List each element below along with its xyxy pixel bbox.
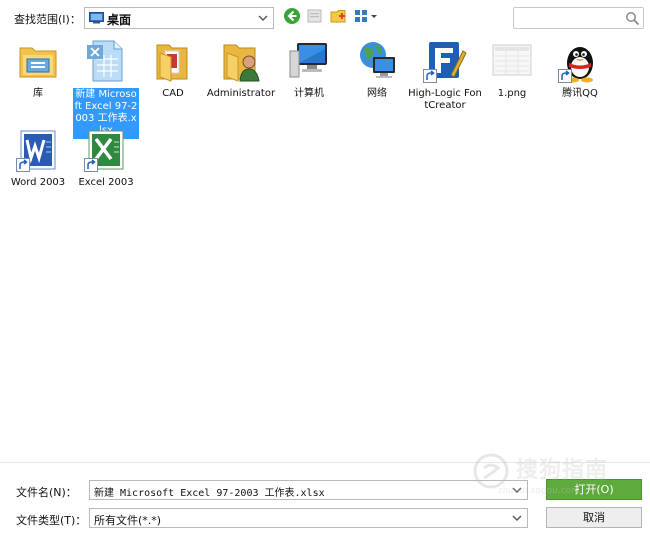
file-item-excel-2003[interactable]: Excel 2003 xyxy=(72,128,140,189)
cancel-button[interactable]: 取消 xyxy=(546,507,642,528)
file-item-computer[interactable]: 计算机 xyxy=(275,39,343,100)
file-item-library[interactable]: 库 xyxy=(4,39,72,100)
file-label: 库 xyxy=(33,88,43,99)
filetype-label: 文件类型(T)： xyxy=(16,514,87,527)
file-item-qq[interactable]: 腾讯QQ xyxy=(546,39,614,100)
shortcut-arrow-icon xyxy=(426,70,435,80)
watermark-url: zhinan.sogou.com xyxy=(498,486,580,496)
file-label: Excel 2003 xyxy=(78,177,134,188)
network-icon xyxy=(360,42,395,78)
chevron-down-icon[interactable] xyxy=(510,510,524,526)
excel-file-icon xyxy=(87,40,123,82)
sogou-logo-icon xyxy=(473,453,509,489)
location-text: 桌面 xyxy=(107,13,132,27)
search-input[interactable] xyxy=(513,7,644,29)
file-item-excel-worksheet[interactable]: 新建 Microsoft Excel 97-2003 工作表.xlsx xyxy=(72,39,140,139)
desktop-icon xyxy=(89,12,104,24)
file-label: Administrator xyxy=(206,88,276,99)
chevron-down-icon[interactable] xyxy=(256,10,270,26)
file-item-fontcreator[interactable]: High-Logic FontCreator xyxy=(408,39,482,112)
file-label: 腾讯QQ xyxy=(562,88,598,99)
location-dropdown[interactable]: 桌面 xyxy=(84,7,274,29)
shortcut-arrow-icon xyxy=(19,159,28,169)
filename-field[interactable]: 新建 Microsoft Excel 97-2003 工作表.xlsx xyxy=(89,480,528,500)
filename-value: 新建 Microsoft Excel 97-2003 工作表.xlsx xyxy=(94,488,325,499)
file-item-administrator[interactable]: Administrator xyxy=(204,39,278,100)
new-folder-icon[interactable] xyxy=(330,7,348,25)
file-list: 库 新建 Microsoft Excel 97-2003 工作表.xlsx xyxy=(0,34,650,462)
shortcut-arrow-icon xyxy=(561,70,570,80)
file-label: 网络 xyxy=(367,88,387,99)
search-icon[interactable] xyxy=(625,11,640,26)
file-label: High-Logic FontCreator xyxy=(408,88,482,111)
user-folder-icon xyxy=(223,44,260,82)
lookin-label: 查找范围(I)： xyxy=(14,13,81,26)
filetype-dropdown[interactable]: 所有文件(*.*) xyxy=(89,508,528,528)
file-label: 计算机 xyxy=(294,88,324,99)
folder-icon xyxy=(156,44,188,82)
watermark-text: 搜狗指南 xyxy=(516,458,609,483)
shortcut-overlay xyxy=(84,158,98,172)
file-item-network[interactable]: 网络 xyxy=(343,39,411,100)
back-arrow-icon[interactable] xyxy=(283,7,301,25)
file-item-png[interactable]: 1.png xyxy=(478,39,546,100)
file-label: CAD xyxy=(162,88,184,99)
file-item-word-2003[interactable]: Word 2003 xyxy=(4,128,72,189)
shortcut-overlay xyxy=(16,158,30,172)
image-file-icon xyxy=(492,44,532,76)
file-item-cad[interactable]: CAD xyxy=(139,39,207,100)
file-label: Word 2003 xyxy=(10,177,66,188)
up-folder-icon[interactable] xyxy=(306,7,324,25)
library-folder-icon xyxy=(19,47,57,78)
shortcut-arrow-icon xyxy=(87,159,96,169)
shortcut-overlay xyxy=(558,69,572,83)
watermark: 搜狗指南 zhinan.sogou.com xyxy=(472,448,642,496)
computer-icon xyxy=(289,43,327,78)
shortcut-overlay xyxy=(423,69,437,83)
filetype-value: 所有文件(*.*) xyxy=(94,514,162,527)
filename-label: 文件名(N)： xyxy=(16,486,77,499)
file-label: 1.png xyxy=(497,88,527,99)
view-menu-icon[interactable] xyxy=(354,7,380,25)
toolbar: 查找范围(I)： 桌面 xyxy=(0,0,650,34)
